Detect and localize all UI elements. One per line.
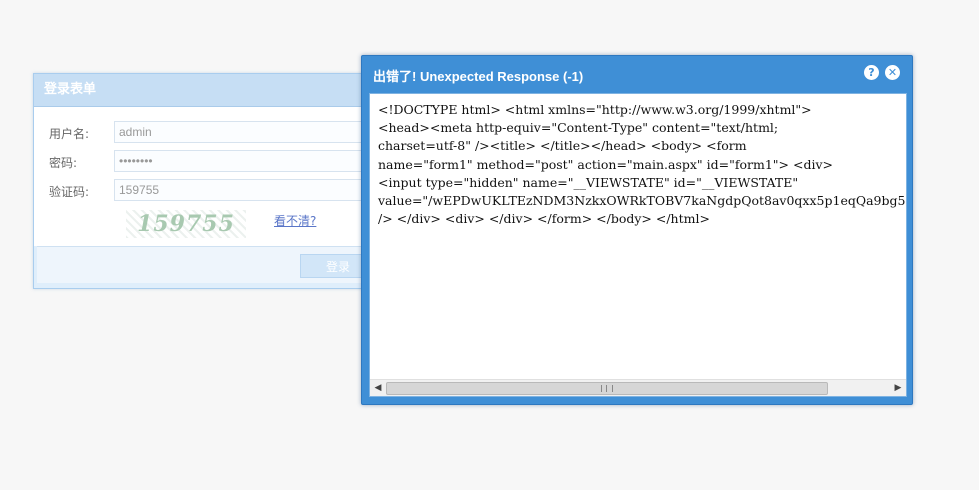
captcha-image[interactable]: 159755 [126, 210, 246, 238]
scroll-right-arrow-icon[interactable]: ▶ [892, 382, 904, 394]
response-line: <!DOCTYPE html> <html xmlns="http://www.… [378, 102, 812, 117]
password-label: 密码: [49, 156, 78, 170]
scroll-left-arrow-icon[interactable]: ◀ [372, 382, 384, 394]
horizontal-scrollbar[interactable]: ◀ ▶ [370, 379, 906, 396]
captcha-refresh-link[interactable]: 看不清? [274, 212, 316, 229]
login-panel-title: 登录表单 [34, 74, 372, 107]
username-row: 用户名: [34, 121, 374, 145]
response-line: value="/wEPDwUKLTEzNDM3NzkxOWRkTOBV7kaNg… [378, 193, 906, 209]
captcha-label: 验证码: [49, 185, 90, 199]
username-label: 用户名: [49, 127, 90, 141]
captcha-row: 验证码: [34, 179, 374, 203]
response-line: /> </div> <div> </div> </form> </body> <… [378, 211, 710, 227]
response-line: <head><meta http-equiv="Content-Type" co… [378, 120, 779, 136]
password-row: 密码: [34, 150, 374, 174]
response-line: name="form1" method="post" action="main.… [378, 156, 833, 172]
password-input[interactable] [114, 150, 374, 172]
help-icon[interactable]: ? [864, 65, 879, 80]
response-text: <!DOCTYPE html> <html xmlns="http://www.… [370, 94, 906, 358]
response-line: charset=utf-8" /><title> </title></head>… [378, 138, 747, 154]
error-dialog: 出错了! Unexpected Response (-1) ? ✕ <!DOCT… [361, 55, 913, 405]
dialog-title: 出错了! Unexpected Response (-1) [373, 69, 584, 84]
grip-icon [601, 385, 613, 392]
username-input[interactable] [114, 121, 374, 143]
captcha-input[interactable] [114, 179, 374, 201]
response-line: <input type="hidden" name="__VIEWSTATE" … [378, 174, 799, 190]
response-content: <!DOCTYPE html> <html xmlns="http://www.… [369, 93, 907, 397]
login-footer: 登录 [37, 246, 376, 283]
login-panel: 登录表单 用户名: 密码: 验证码: 159755 看不清? 登录 [33, 73, 376, 289]
close-icon[interactable]: ✕ [885, 65, 900, 80]
scrollbar-thumb[interactable] [386, 382, 828, 395]
